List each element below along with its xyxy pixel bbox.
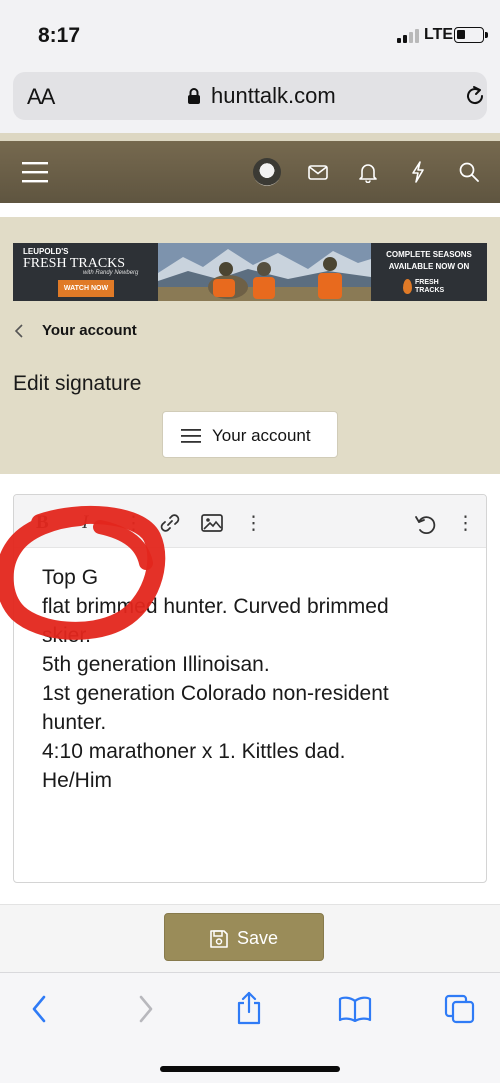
- bookmarks-icon[interactable]: [338, 996, 372, 1022]
- banner-tagline: COMPLETE SEASONS AVAILABLE NOW ON: [386, 250, 472, 271]
- editor-line: hunter.: [42, 711, 107, 734]
- more-formatting-icon[interactable]: ⋮: [124, 512, 143, 535]
- site-header: [0, 141, 500, 203]
- your-account-button[interactable]: Your account: [162, 411, 338, 458]
- your-account-button-label: Your account: [212, 426, 311, 445]
- editor-text[interactable]: Top G flat brimmed hunter. Curved brimme…: [42, 563, 472, 795]
- editor-line: 5th generation Illinoisan.: [42, 653, 270, 676]
- editor-line: Top G: [42, 566, 99, 589]
- breadcrumb-label[interactable]: Your account: [42, 322, 137, 339]
- page-title: Edit signature: [13, 372, 142, 395]
- more-insert-icon[interactable]: ⋮: [244, 512, 263, 535]
- share-icon[interactable]: [235, 991, 263, 1025]
- banner-brand-panel: LEUPOLD'S FRESH TRACKS with Randy Newber…: [13, 243, 158, 301]
- divider: [0, 133, 500, 141]
- save-button[interactable]: Save: [164, 913, 324, 961]
- bell-icon[interactable]: [359, 162, 377, 183]
- banner-brand: LEUPOLD'S: [23, 247, 69, 256]
- editor-line: 4:10 marathoner x 1. Kittles dad.: [42, 740, 346, 763]
- bold-icon[interactable]: B: [36, 512, 49, 534]
- editor-line: skier.: [42, 624, 92, 647]
- home-indicator: [160, 1066, 340, 1072]
- editor-line: 1st generation Colorado non-resident: [42, 682, 389, 705]
- header-gap: [0, 203, 500, 217]
- banner-logo-text: FRESH TRACKS: [415, 279, 445, 294]
- signature-editor[interactable]: B I ⋮ ⋮ ⋮ Top G flat brimmed hunter. Cur…: [13, 494, 487, 883]
- text-size-button[interactable]: AA: [27, 84, 55, 110]
- mail-icon[interactable]: [308, 165, 328, 180]
- battery-icon: [454, 27, 488, 43]
- editor-toolbar: B I ⋮ ⋮ ⋮: [14, 495, 486, 548]
- address-bar[interactable]: AA hunttalk.com: [13, 72, 487, 120]
- save-icon: [210, 930, 228, 948]
- network-type: LTE: [424, 26, 454, 43]
- url-text[interactable]: hunttalk.com: [211, 83, 336, 109]
- status-bar: 8:17 LTE: [0, 0, 500, 60]
- ad-banner[interactable]: LEUPOLD'S FRESH TRACKS with Randy Newber…: [13, 243, 487, 301]
- tabs-icon[interactable]: [444, 994, 476, 1024]
- bolt-icon[interactable]: [410, 161, 426, 183]
- search-icon[interactable]: [459, 162, 479, 182]
- avatar[interactable]: [253, 158, 281, 186]
- status-time: 8:17: [38, 24, 81, 47]
- signal-icon: [397, 29, 419, 43]
- more-options-icon[interactable]: ⋮: [456, 512, 475, 535]
- banner-photo: [158, 243, 371, 301]
- editor-line: He/Him: [42, 769, 113, 792]
- fresh-tracks-logo-icon: [403, 279, 412, 294]
- forward-icon[interactable]: [137, 995, 155, 1023]
- chevron-left-icon: [14, 324, 23, 338]
- link-icon[interactable]: [159, 512, 181, 534]
- menu-icon: [181, 429, 201, 443]
- reload-icon[interactable]: [463, 84, 487, 108]
- undo-icon[interactable]: [414, 513, 436, 535]
- editor-line: flat brimmed hunter. Curved brimmed: [42, 595, 389, 618]
- italic-icon[interactable]: I: [82, 512, 88, 534]
- lock-icon: [188, 88, 200, 104]
- text-size-label: AA: [27, 84, 55, 109]
- back-icon[interactable]: [30, 995, 48, 1023]
- banner-watch-button[interactable]: WATCH NOW: [58, 280, 114, 297]
- banner-host: with Randy Newberg: [83, 270, 139, 276]
- save-button-label: Save: [237, 928, 279, 948]
- image-icon[interactable]: [201, 514, 223, 532]
- menu-icon[interactable]: [22, 161, 48, 183]
- banner-cta-panel: COMPLETE SEASONS AVAILABLE NOW ON FRESH …: [371, 243, 487, 301]
